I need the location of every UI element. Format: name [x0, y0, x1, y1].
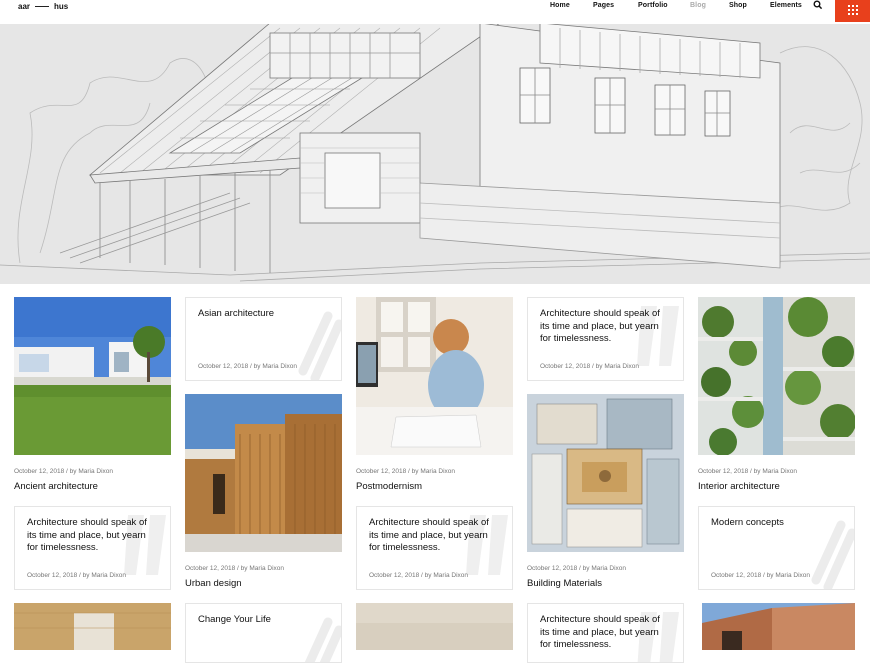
post-title: Architecture should speak of its time an… — [540, 308, 660, 344]
post-card-quote[interactable]: Architecture should speak of its time an… — [527, 603, 684, 663]
post-meta: October 12, 2018 / by Maria Dixon — [185, 565, 284, 572]
post-meta: October 12, 2018 / by Maria Dixon — [369, 572, 468, 579]
nav-shop[interactable]: Shop — [729, 2, 747, 9]
post-card-quote[interactable]: Architecture should speak of its time an… — [14, 506, 171, 590]
post-image-brick[interactable] — [702, 603, 855, 650]
post-card-quote[interactable]: Architecture should speak of its time an… — [356, 506, 513, 590]
nav-blog[interactable]: Blog — [690, 2, 706, 9]
post-title: Modern concepts — [711, 517, 784, 528]
nav-elements[interactable]: Elements — [770, 2, 802, 9]
logo[interactable]: aar hus — [18, 2, 68, 11]
logo-left: aar — [18, 2, 31, 11]
logo-dash — [35, 6, 50, 7]
post-image-wood[interactable] — [14, 603, 171, 650]
post-card-quote[interactable]: Architecture should speak of its time an… — [527, 297, 684, 381]
post-title[interactable]: Interior architecture — [698, 481, 780, 492]
logo-right: hus — [54, 2, 69, 11]
post-image-ancient[interactable] — [14, 297, 171, 455]
post-image-stone[interactable] — [356, 603, 513, 650]
post-title: Architecture should speak of its time an… — [540, 614, 660, 650]
post-meta: October 12, 2018 / by Maria Dixon — [527, 565, 626, 572]
nav-home[interactable]: Home — [550, 2, 570, 9]
post-meta: October 12, 2018 / by Maria Dixon — [27, 572, 126, 579]
post-meta: October 12, 2018 / by Maria Dixon — [14, 468, 113, 475]
post-title: Asian architecture — [198, 308, 275, 319]
post-image-urban[interactable] — [185, 394, 342, 552]
post-title[interactable]: Postmodernism — [356, 481, 422, 492]
hero-sketch-image — [0, 23, 870, 284]
post-image-postmodernism[interactable] — [356, 297, 513, 455]
post-card-modern[interactable]: Modern concepts October 12, 2018 / by Ma… — [698, 506, 855, 590]
post-image-interior[interactable] — [698, 297, 855, 455]
post-title[interactable]: Urban design — [185, 578, 242, 589]
nav-portfolio[interactable]: Portfolio — [638, 2, 668, 9]
post-title: Architecture should speak of its time an… — [369, 517, 489, 553]
site-header: aar hus Home Pages Portfolio Blog Shop E… — [0, 0, 870, 24]
post-card-change[interactable]: Change Your Life — [185, 603, 342, 663]
grid-menu-button[interactable] — [835, 0, 870, 22]
link-icon — [304, 617, 341, 662]
post-meta: October 12, 2018 / by Maria Dixon — [698, 468, 797, 475]
post-title[interactable]: Ancient architecture — [14, 481, 98, 492]
post-meta: October 12, 2018 / by Maria Dixon — [711, 572, 810, 579]
post-image-building[interactable] — [527, 394, 684, 552]
post-meta: October 12, 2018 / by Maria Dixon — [198, 363, 297, 370]
post-title: Architecture should speak of its time an… — [27, 517, 147, 553]
post-title: Change Your Life — [198, 614, 271, 625]
post-card-asian[interactable]: Asian architecture October 12, 2018 / by… — [185, 297, 342, 381]
post-title[interactable]: Building Materials — [527, 578, 602, 589]
post-meta: October 12, 2018 / by Maria Dixon — [356, 468, 455, 475]
post-meta: October 12, 2018 / by Maria Dixon — [540, 363, 639, 370]
nav-pages[interactable]: Pages — [593, 2, 614, 9]
search-icon[interactable] — [813, 0, 823, 10]
